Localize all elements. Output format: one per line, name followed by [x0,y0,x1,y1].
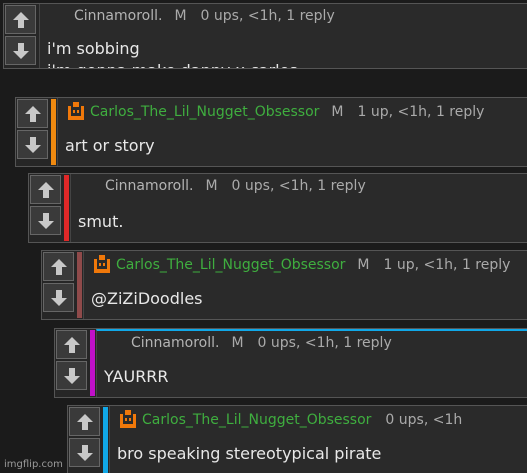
comment-text: YAURRR [104,367,169,386]
down-arrow-icon [76,444,93,461]
up-arrow-icon [24,105,41,122]
mod-badge: M [231,335,244,351]
vote-controls [17,99,48,159]
vote-controls [43,252,74,312]
comment-body: Cinnamoroll. M 0 ups, <1h, 1 reply smut. [70,174,527,242]
comment-body: Cinnamoroll. M 0 ups, <1h, 1 reply YAURR… [96,329,527,397]
down-arrow-icon [24,136,41,153]
comment-stats: 0 ups, <1h, 1 reply [257,335,392,351]
comment-body: Cinnamoroll. M 0 ups, <1h, 1 reply i'm s… [39,4,527,68]
username-link[interactable]: Carlos_The_Lil_Nugget_Obsessor [142,412,371,428]
mod-badge: M [331,103,344,120]
comment-text: i'm sobbing [47,39,140,58]
downvote-button[interactable] [30,206,61,235]
comment-meta: Carlos_The_Lil_Nugget_Obsessor 0 ups, <1… [118,410,462,429]
comment-meta: Cinnamoroll. M 0 ups, <1h, 1 reply [74,8,335,24]
downvote-button[interactable] [5,36,36,65]
comment-text: i'm gonna make danny x carlos [47,59,298,68]
up-arrow-icon [63,336,80,353]
up-arrow-icon [37,181,54,198]
vote-controls [69,407,100,467]
mod-badge: M [205,178,218,194]
thread-accent-bar [51,99,56,165]
username-link[interactable]: Cinnamoroll. [131,335,219,351]
comment-stats: 0 ups, <1h, 1 reply [231,178,366,194]
comment-text: smut. [78,212,124,231]
up-arrow-icon [50,258,67,275]
upvote-button[interactable] [5,5,36,34]
imgflip-watermark: imgflip.com [4,459,63,470]
down-arrow-icon [12,42,29,59]
upvote-button[interactable] [30,175,61,204]
comment: Carlos_The_Lil_Nugget_Obsessor M 1 up, <… [15,97,527,167]
comment-text: @ZiZiDoodles [91,289,203,308]
comment-meta: Cinnamoroll. M 0 ups, <1h, 1 reply [131,335,392,351]
username-link[interactable]: Cinnamoroll. [105,178,193,194]
comment-meta: Cinnamoroll. M 0 ups, <1h, 1 reply [105,178,366,194]
mod-badge: M [174,8,187,24]
username-link[interactable]: Cinnamoroll. [74,8,162,24]
comment-text: bro speaking stereotypical pirate [117,444,382,463]
vote-controls [30,175,61,235]
comment-body: Carlos_The_Lil_Nugget_Obsessor M 1 up, <… [57,98,527,166]
username-link[interactable]: Carlos_The_Lil_Nugget_Obsessor [90,104,319,120]
username-link[interactable]: Carlos_The_Lil_Nugget_Obsessor [116,257,345,273]
downvote-button[interactable] [56,361,87,390]
pixel-face-avatar-icon[interactable] [66,102,86,121]
upvote-button[interactable] [17,99,48,128]
comment: Cinnamoroll. M 0 ups, <1h, 1 reply i'm s… [3,3,527,69]
downvote-button[interactable] [69,438,100,467]
comment: Cinnamoroll. M 0 ups, <1h, 1 reply smut. [28,173,527,243]
thread-accent-bar [77,252,82,318]
pixel-face-avatar-icon[interactable] [118,410,138,429]
comment-stats: 0 ups, <1h [385,411,463,428]
down-arrow-icon [50,289,67,306]
thread-accent-bar [64,175,69,241]
thread-accent-bar [90,330,95,396]
comment-meta: Carlos_The_Lil_Nugget_Obsessor M 1 up, <… [92,255,510,274]
comment: Carlos_The_Lil_Nugget_Obsessor M 1 up, <… [41,250,527,320]
comment-body: Carlos_The_Lil_Nugget_Obsessor 0 ups, <1… [109,406,527,473]
upvote-button[interactable] [56,330,87,359]
comment-stats: 1 up, <1h, 1 reply [357,103,485,120]
comment-meta: Carlos_The_Lil_Nugget_Obsessor M 1 up, <… [66,102,484,121]
up-arrow-icon [76,413,93,430]
downvote-button[interactable] [43,283,74,312]
down-arrow-icon [63,367,80,384]
upvote-button[interactable] [69,407,100,436]
comment-body: Carlos_The_Lil_Nugget_Obsessor M 1 up, <… [83,251,527,319]
vote-controls [5,5,36,65]
thread-accent-bar [103,407,108,473]
comment-stats: 1 up, <1h, 1 reply [383,256,511,273]
vote-controls [56,330,87,390]
up-arrow-icon [12,11,29,28]
comment: Carlos_The_Lil_Nugget_Obsessor 0 ups, <1… [67,405,527,473]
comment-text: art or story [65,136,155,155]
downvote-button[interactable] [17,130,48,159]
down-arrow-icon [37,212,54,229]
comment-stats: 0 ups, <1h, 1 reply [200,8,335,24]
comment: Cinnamoroll. M 0 ups, <1h, 1 reply YAURR… [54,328,527,398]
upvote-button[interactable] [43,252,74,281]
pixel-face-avatar-icon[interactable] [92,255,112,274]
mod-badge: M [357,256,370,273]
